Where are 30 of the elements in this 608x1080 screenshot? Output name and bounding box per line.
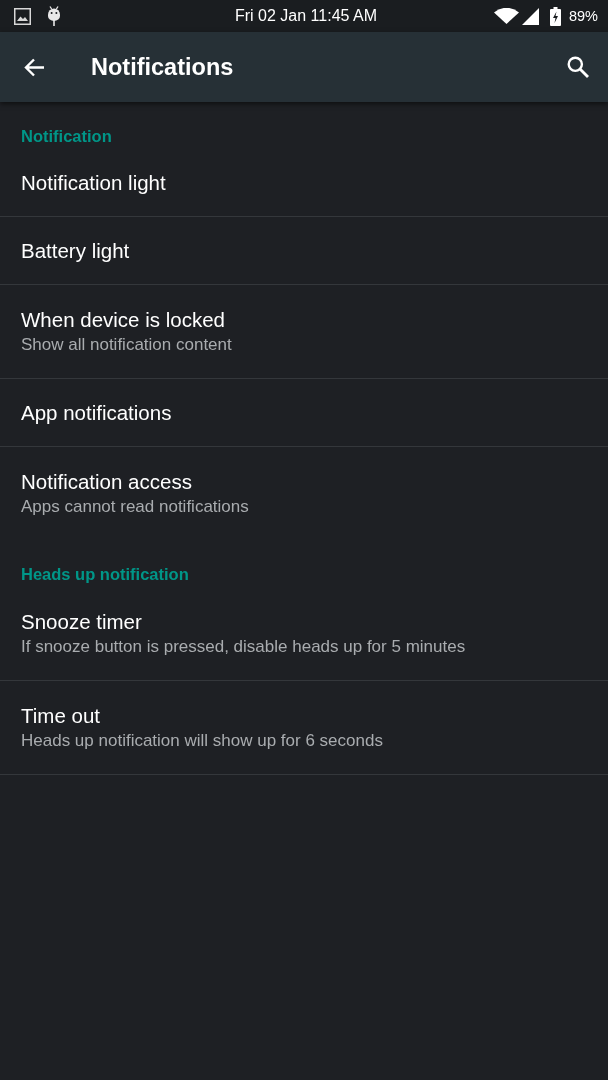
setting-title: Battery light xyxy=(21,238,130,264)
settings-item[interactable]: App notifications xyxy=(0,379,608,447)
status-time: Fri 02 Jan 11:45 AM xyxy=(235,6,377,26)
image-icon xyxy=(14,7,31,25)
category-header: Heads up notification xyxy=(20,564,190,585)
category-header: Notification xyxy=(20,126,113,147)
setting-title: App notifications xyxy=(21,400,172,426)
back-button[interactable] xyxy=(24,57,45,77)
signal-icon xyxy=(521,7,539,25)
search-button[interactable] xyxy=(567,56,589,78)
settings-item[interactable]: Notification light xyxy=(0,149,608,217)
settings-item[interactable]: Battery light xyxy=(0,217,608,285)
settings-item[interactable]: Notification access Apps cannot read notifications xyxy=(0,447,608,540)
setting-title: When device is locked xyxy=(21,307,225,333)
setting-summary: Heads up notification will show up for 6 seconds xyxy=(21,730,383,752)
wifi-icon xyxy=(493,8,519,24)
setting-summary: Show all notification content xyxy=(21,334,232,356)
settings-item[interactable]: When device is locked Show all notification content xyxy=(0,285,608,379)
setting-summary: Apps cannot read notifications xyxy=(21,496,249,518)
setting-summary: If snooze button is pressed, disable heads up for 5 minutes xyxy=(21,636,466,658)
setting-title: Notification access xyxy=(21,469,192,495)
setting-title: Time out xyxy=(21,703,100,729)
setting-title: Snooze timer xyxy=(21,609,142,635)
robot-icon xyxy=(47,6,61,26)
battery-percent: 89% xyxy=(568,7,598,25)
settings-item[interactable]: Time out Heads up notification will show up for 6 seconds xyxy=(0,681,608,775)
toolbar-title: Notifications xyxy=(91,53,234,82)
battery-charging-icon xyxy=(549,6,561,26)
settings-item[interactable]: Snooze timer If snooze button is pressed, disable heads up for 5 minutes xyxy=(0,587,608,681)
setting-title: Notification light xyxy=(21,170,166,196)
